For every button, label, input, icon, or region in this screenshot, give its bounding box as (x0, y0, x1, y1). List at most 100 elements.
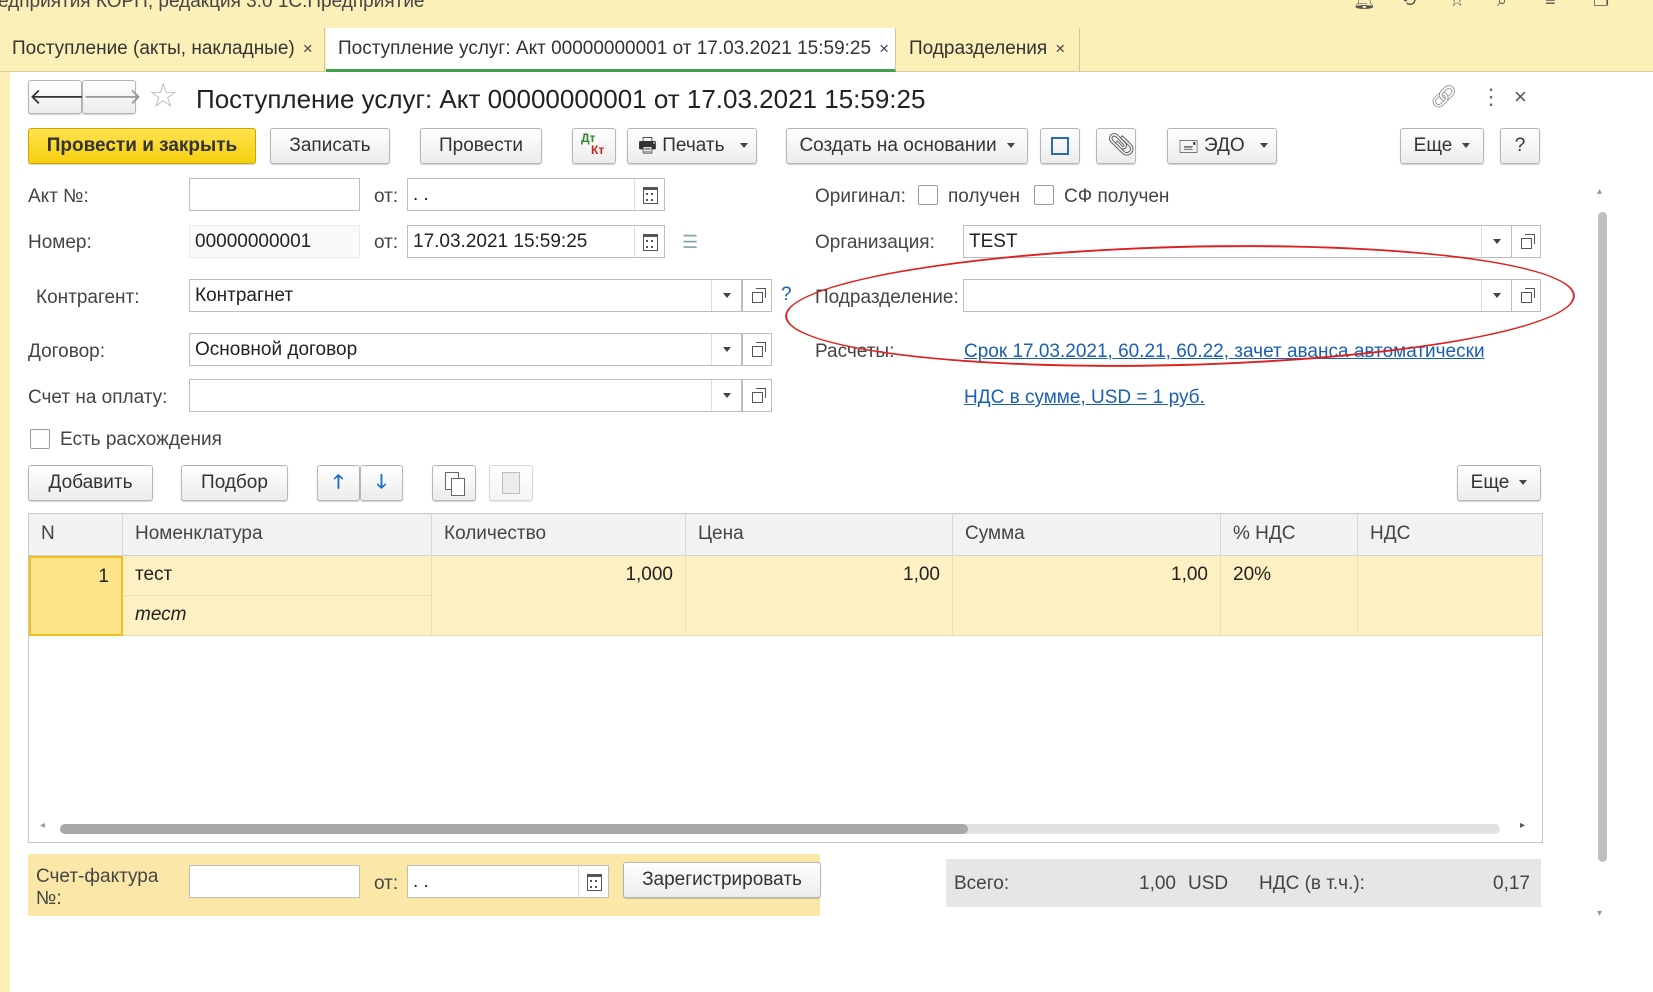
paste-rows-icon[interactable] (489, 465, 533, 501)
forward-button[interactable]: 🡒 (82, 80, 142, 114)
settlements-link[interactable]: Срок 17.03.2021, 60.21, 60.22, зачет ава… (964, 341, 1485, 363)
cell-sum[interactable]: 1,00 (953, 556, 1221, 636)
close-form-icon[interactable]: × (1514, 84, 1527, 110)
bell-icon[interactable]: 🔔︎ (1353, 0, 1376, 14)
create-based-on-button[interactable]: Создать на основании (786, 128, 1028, 164)
history-list-icon[interactable]: ☰ (682, 232, 698, 253)
act-no-input[interactable] (189, 178, 360, 211)
paperclip-icon: 📎︎ (1107, 132, 1135, 157)
open-division-icon[interactable] (1511, 279, 1541, 312)
calendar-icon[interactable] (634, 179, 664, 210)
invoice-input[interactable] (189, 379, 742, 412)
discrepancy-label: Есть расхождения (60, 429, 222, 450)
chevron-down-icon[interactable] (711, 334, 741, 365)
scroll-up-icon[interactable]: ▴ (1597, 186, 1602, 197)
kt-label: Кт (591, 143, 605, 157)
cell-vat-rate[interactable]: 20% (1221, 556, 1358, 636)
maximize-icon[interactable]: ❐ (1593, 0, 1613, 14)
print-button[interactable]: 🖶 Печать (627, 128, 757, 164)
col-qty[interactable]: Количество (432, 514, 686, 556)
more-vertical-icon[interactable]: ⋮ (1480, 84, 1502, 110)
col-item[interactable]: Номенклатура (123, 514, 432, 556)
tab-divisions[interactable]: Подразделения × (897, 28, 1080, 72)
chevron-down-icon[interactable] (1481, 226, 1511, 257)
post-and-close-button[interactable]: Провести и закрыть (28, 128, 256, 164)
contract-input[interactable]: Основной договор (189, 333, 742, 366)
act-date-input[interactable]: . . (407, 178, 665, 211)
scroll-down-icon[interactable]: ▾ (1597, 908, 1602, 919)
vertical-scrollbar[interactable] (1598, 212, 1607, 862)
chevron-down-icon[interactable] (711, 380, 741, 411)
date-input[interactable]: 17.03.2021 15:59:25 (407, 225, 665, 258)
register-button[interactable]: Зарегистрировать (623, 862, 821, 898)
attachment-icon[interactable]: 📎︎ (1096, 128, 1136, 164)
dt-kt-button[interactable]: Дт Кт (572, 128, 616, 164)
counterparty-input[interactable]: Контрагнет (189, 279, 742, 312)
edo-button[interactable]: 🖃 ЭДО (1167, 128, 1277, 164)
sf-received-checkbox[interactable] (1034, 185, 1054, 205)
cell-vat[interactable] (1358, 556, 1542, 636)
more-button[interactable]: Еще (1400, 128, 1484, 164)
calendar-icon[interactable] (578, 866, 608, 897)
col-sum[interactable]: Сумма (953, 514, 1221, 556)
number-label: Номер: (28, 232, 92, 253)
search-icon[interactable]: ⌕ (1497, 0, 1517, 14)
save-button[interactable]: Записать (270, 128, 390, 164)
close-icon[interactable]: × (1055, 39, 1065, 58)
vat-link[interactable]: НДС в сумме, USD = 1 руб. (964, 387, 1205, 409)
back-button[interactable]: 🡐 (28, 80, 88, 114)
chevron-down-icon[interactable] (1481, 280, 1511, 311)
sf-number-input[interactable] (189, 865, 360, 898)
copy-rows-icon[interactable] (432, 465, 476, 501)
scroll-left-icon[interactable]: ◂ (40, 820, 45, 831)
window-title-bar: едприятия КОРП, редакция 3.0 1С:Предприя… (0, 0, 1653, 28)
tab-service-receipt[interactable]: Поступление услуг: Акт 00000000001 от 17… (326, 28, 896, 72)
move-down-button[interactable]: 🡓 (360, 465, 403, 501)
col-vat[interactable]: НДС (1358, 514, 1542, 556)
col-vat-rate[interactable]: % НДС (1221, 514, 1358, 556)
structure-icon[interactable] (1040, 128, 1080, 164)
items-table[interactable]: N Номенклатура Количество Цена Сумма % Н… (28, 513, 1543, 843)
history-icon[interactable]: ⟲ (1401, 0, 1421, 14)
col-price[interactable]: Цена (686, 514, 953, 556)
open-counterparty-icon[interactable] (742, 279, 772, 312)
open-contract-icon[interactable] (742, 333, 772, 366)
table-row[interactable]: 1 тест тест 1,000 1,00 1,00 20% (29, 556, 1542, 636)
star-icon[interactable]: ☆ (1449, 0, 1469, 14)
link-icon[interactable]: 🔗︎ (1430, 84, 1458, 110)
menu-down-icon[interactable]: ≡ (1545, 0, 1565, 14)
counterparty-help-icon[interactable]: ? (781, 284, 792, 306)
scrollbar-thumb[interactable] (60, 824, 968, 834)
open-organization-icon[interactable] (1511, 225, 1541, 258)
scroll-right-icon[interactable]: ▸ (1520, 820, 1525, 831)
cell-n[interactable]: 1 (29, 556, 123, 636)
col-n[interactable]: N (29, 514, 123, 556)
close-icon[interactable]: × (303, 39, 313, 58)
move-up-button[interactable]: 🡑 (317, 465, 360, 501)
chevron-down-icon[interactable] (711, 280, 741, 311)
close-icon[interactable]: × (879, 39, 889, 58)
document-form: 🡐 🡒 ☆ Поступление услуг: Акт 00000000001… (10, 72, 1653, 992)
help-button[interactable]: ? (1500, 128, 1540, 164)
cell-item[interactable]: тест тест (123, 556, 432, 636)
item-subline: тест (135, 604, 187, 625)
cell-qty[interactable]: 1,000 (432, 556, 686, 636)
discrepancy-checkbox[interactable] (30, 429, 50, 449)
window-title: едприятия КОРП, редакция 3.0 1С:Предприя… (0, 0, 425, 12)
sf-date-input[interactable]: . . (407, 865, 609, 898)
division-input[interactable] (963, 279, 1512, 312)
original-received-checkbox[interactable] (918, 185, 938, 205)
table-more-button[interactable]: Еще (1457, 465, 1541, 501)
horizontal-scrollbar[interactable] (60, 824, 1500, 834)
number-input[interactable]: 00000000001 (189, 225, 360, 258)
open-invoice-icon[interactable] (742, 379, 772, 412)
favorite-star-icon[interactable]: ☆ (148, 78, 178, 114)
post-button[interactable]: Провести (420, 128, 542, 164)
calendar-icon[interactable] (634, 226, 664, 257)
tab-receipts-list[interactable]: Поступление (акты, накладные) × (0, 28, 325, 72)
select-button[interactable]: Подбор (181, 465, 288, 501)
organization-label: Организация: (815, 232, 935, 253)
cell-price[interactable]: 1,00 (686, 556, 953, 636)
organization-input[interactable]: TEST (963, 225, 1512, 258)
add-row-button[interactable]: Добавить (28, 465, 153, 501)
